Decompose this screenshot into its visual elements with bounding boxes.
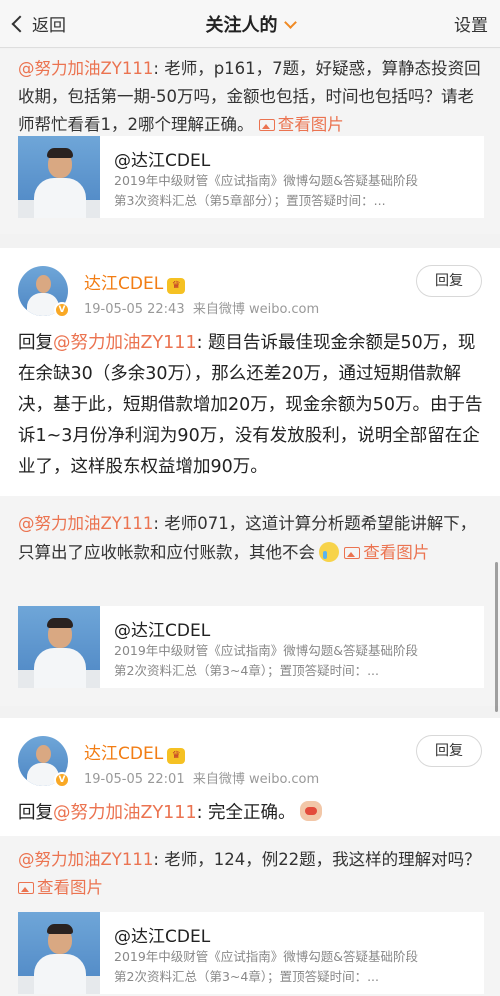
post3-quote-body: : 老师，124，例22题，我这样的理解对吗？ [153, 850, 481, 869]
post2-author-name: 达江CDEL [84, 274, 164, 294]
post3-body: 回复@努力加油ZY111: 完全正确。 [18, 798, 484, 829]
clap-emoji-icon [299, 801, 322, 821]
share-card-name: @达江CDEL [114, 927, 211, 947]
post3-author-name: 达江CDEL [84, 744, 164, 764]
share-desc-line2: 第3次资料汇总（第5章部分）；置顶答疑时间：... [114, 193, 386, 208]
chevron-down-icon [283, 16, 297, 29]
share-thumbnail [18, 606, 100, 688]
post2-view-picture-link[interactable]: 查看图片 [344, 543, 429, 562]
crown-icon: ♛ [167, 748, 186, 764]
post2-body-mention[interactable]: @努力加油ZY111 [53, 333, 197, 353]
post3-author[interactable]: 达江CDEL ♛ [84, 739, 186, 764]
post1-view-picture-label: 查看图片 [277, 115, 344, 134]
scrollbar[interactable] [495, 562, 498, 712]
post2-body: 回复@努力加油ZY111: 题目告诉最佳现金余额是50万，现在余缺30（多余30… [18, 328, 484, 483]
picture-icon [18, 882, 34, 894]
post2-author[interactable]: 达江CDEL ♛ [84, 269, 186, 294]
share-card-desc: 2019年中级财管《应试指南》微博勾题&答疑基础阶段 第2次资料汇总（第3~4章… [114, 641, 476, 681]
share-card-desc: 2019年中级财管《应试指南》微博勾题&答疑基础阶段 第3次资料汇总（第5章部分… [114, 171, 476, 211]
post1-view-picture-link[interactable]: 查看图片 [258, 115, 344, 134]
verified-badge-icon: V [54, 302, 70, 318]
picture-icon [258, 119, 275, 131]
post3-body-mention[interactable]: @努力加油ZY111 [53, 803, 197, 823]
post3-body-prefix: 回复 [18, 803, 53, 823]
post2-source: 来自微博 weibo.com [192, 302, 320, 317]
share-card-name: @达江CDEL [114, 621, 211, 641]
post2-quote-block[interactable]: @努力加油ZY111: 老师071，这道计算分析题希望能讲解下，只算出了应收帐款… [0, 496, 500, 706]
verified-badge-icon: V [54, 772, 70, 788]
page-title[interactable]: 关注人的 [0, 11, 500, 37]
post3-share-card[interactable]: @达江CDEL 2019年中级财管《应试指南》微博勾题&答疑基础阶段 第2次资料… [18, 912, 484, 994]
share-thumbnail [18, 912, 100, 994]
share-desc-line1: 2019年中级财管《应试指南》微博勾题&答疑基础阶段 [114, 949, 419, 964]
post2-quote-text: @努力加油ZY111: 老师071，这道计算分析题希望能讲解下，只算出了应收帐款… [18, 510, 484, 567]
post1-quote-mention[interactable]: @努力加油ZY111 [18, 59, 153, 78]
share-card-name: @达江CDEL [114, 151, 211, 171]
post2-reply-button[interactable]: 回复 [416, 265, 482, 297]
nav-bar: 返回 关注人的 设置 [0, 0, 500, 48]
share-thumbnail [18, 136, 100, 218]
post2-meta: 19-05-05 22:43 来自微博 weibo.com [84, 298, 319, 317]
post1-quote-block[interactable]: @努力加油ZY111: 老师，p161，7题，好疑惑，算静态投资回收期，包括第一… [0, 49, 500, 234]
share-desc-line1: 2019年中级财管《应试指南》微博勾题&答疑基础阶段 [114, 643, 419, 658]
post3-source: 来自微博 weibo.com [192, 772, 320, 787]
post3-quote-text: @努力加油ZY111: 老师，124，例22题，我这样的理解对吗？ 查看图片 [18, 846, 484, 902]
post3-card: V 达江CDEL ♛ 19-05-05 22:01 来自微博 weibo.com … [0, 718, 500, 836]
post2-view-picture-label: 查看图片 [363, 543, 430, 562]
post2-card: V 达江CDEL ♛ 19-05-05 22:43 来自微博 weibo.com … [0, 248, 500, 496]
post2-body-text: : 题目告诉最佳现金余额是50万，现在余缺30（多余30万），那么还差20万，通… [18, 333, 483, 477]
page-title-label: 关注人的 [205, 15, 278, 36]
post2-quote-mention[interactable]: @努力加油ZY111 [18, 514, 153, 533]
share-desc-line2: 第2次资料汇总（第3~4章）；置顶答疑时间：... [114, 663, 380, 678]
share-desc-line1: 2019年中级财管《应试指南》微博勾题&答疑基础阶段 [114, 173, 419, 188]
share-desc-line2: 第2次资料汇总（第3~4章）；置顶答疑时间：... [114, 969, 380, 984]
post3-quote-block[interactable]: @努力加油ZY111: 老师，124，例22题，我这样的理解对吗？ 查看图片 @… [0, 836, 500, 996]
picture-icon [344, 547, 361, 559]
post3-view-picture-label: 查看图片 [37, 878, 103, 897]
crying-emoji-icon [319, 542, 339, 562]
share-card-desc: 2019年中级财管《应试指南》微博勾题&答疑基础阶段 第2次资料汇总（第3~4章… [114, 947, 476, 987]
post1-quote-text: @努力加油ZY111: 老师，p161，7题，好疑惑，算静态投资回收期，包括第一… [18, 55, 484, 139]
settings-button[interactable]: 设置 [454, 11, 488, 36]
post2-body-prefix: 回复 [18, 333, 53, 353]
post3-meta: 19-05-05 22:01 来自微博 weibo.com [84, 768, 319, 787]
post3-time: 19-05-05 22:01 [84, 772, 185, 787]
post2-share-card[interactable]: @达江CDEL 2019年中级财管《应试指南》微博勾题&答疑基础阶段 第2次资料… [18, 606, 484, 688]
post3-body-text: : 完全正确。 [196, 803, 296, 823]
post1-share-card[interactable]: @达江CDEL 2019年中级财管《应试指南》微博勾题&答疑基础阶段 第3次资料… [18, 136, 484, 218]
crown-icon: ♛ [167, 278, 186, 294]
post3-quote-mention[interactable]: @努力加油ZY111 [18, 850, 153, 869]
post3-view-picture-link[interactable]: 查看图片 [18, 878, 103, 897]
post2-time: 19-05-05 22:43 [84, 302, 185, 317]
post3-reply-button[interactable]: 回复 [416, 735, 482, 767]
